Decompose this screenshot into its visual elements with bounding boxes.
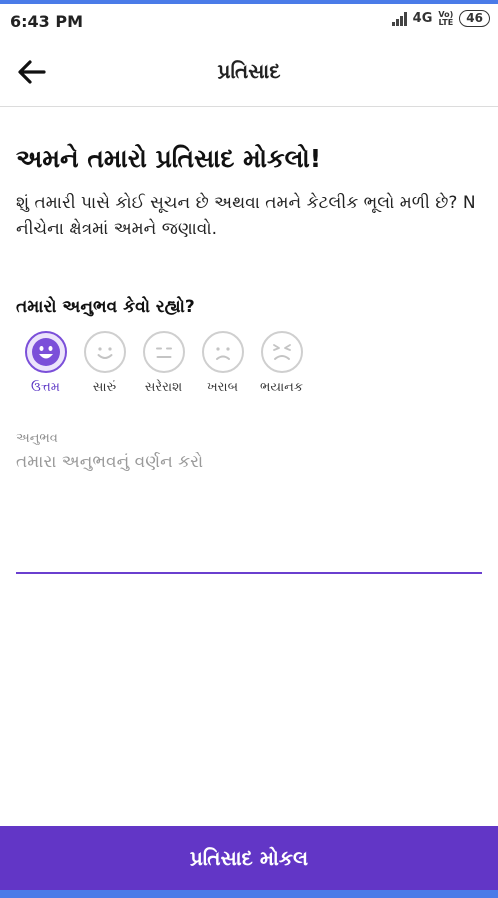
angry-face-icon xyxy=(260,331,303,373)
status-bar: 6:43 PM 4G Vo) LTE 46 xyxy=(0,4,498,38)
rating-option-excellent[interactable]: ઉત્તમ xyxy=(16,330,75,395)
experience-field-label: અનુભવ xyxy=(16,431,58,446)
neutral-face-icon xyxy=(142,331,185,373)
feedback-heading: અમને તમારો પ્રતિસાદ મોકલો! xyxy=(16,144,322,173)
page-title: પ્રતિસાદ xyxy=(217,59,281,83)
feedback-description: શું તમારી પાસે કોઈ સૂચન છે અથવા તમને કેટ… xyxy=(16,193,476,239)
rating-label: ઉત્તમ xyxy=(31,380,60,395)
rating-label: ભયાનક xyxy=(259,380,304,395)
rating-label: સરેરાશ xyxy=(144,380,183,395)
rating-label: ખરાબ xyxy=(206,380,239,395)
system-bottom-stripe xyxy=(0,890,498,898)
volte-icon: Vo) LTE xyxy=(438,9,454,27)
network-type: 4G xyxy=(412,11,433,26)
rating-option-average[interactable]: સરેરાશ xyxy=(134,330,193,395)
status-time: 6:43 PM xyxy=(10,12,84,31)
very-happy-face-icon xyxy=(24,331,67,373)
signal-icon xyxy=(391,11,407,26)
experience-input[interactable] xyxy=(16,452,482,572)
input-underline xyxy=(16,572,482,574)
rating-option-bad[interactable]: ખરાબ xyxy=(193,330,252,395)
app-bar: પ્રતિસાદ xyxy=(0,38,498,107)
rating-option-terrible[interactable]: ભયાનક xyxy=(252,330,311,395)
sad-face-icon xyxy=(201,331,244,373)
rating-label: સારું xyxy=(92,380,117,395)
send-feedback-button[interactable]: પ્રતિસાદ મોકલ xyxy=(0,826,498,890)
battery-icon: 46 xyxy=(459,10,490,27)
rating-options: ઉત્તમ સારું સરેરાશ ખરાબ ભયાનક xyxy=(16,330,311,395)
happy-face-icon xyxy=(83,331,126,373)
rating-option-good[interactable]: સારું xyxy=(75,330,134,395)
status-icons: 4G Vo) LTE 46 xyxy=(391,9,490,27)
rating-question: તમારો અનુભવ કેવો રહ્યો? xyxy=(16,297,195,317)
